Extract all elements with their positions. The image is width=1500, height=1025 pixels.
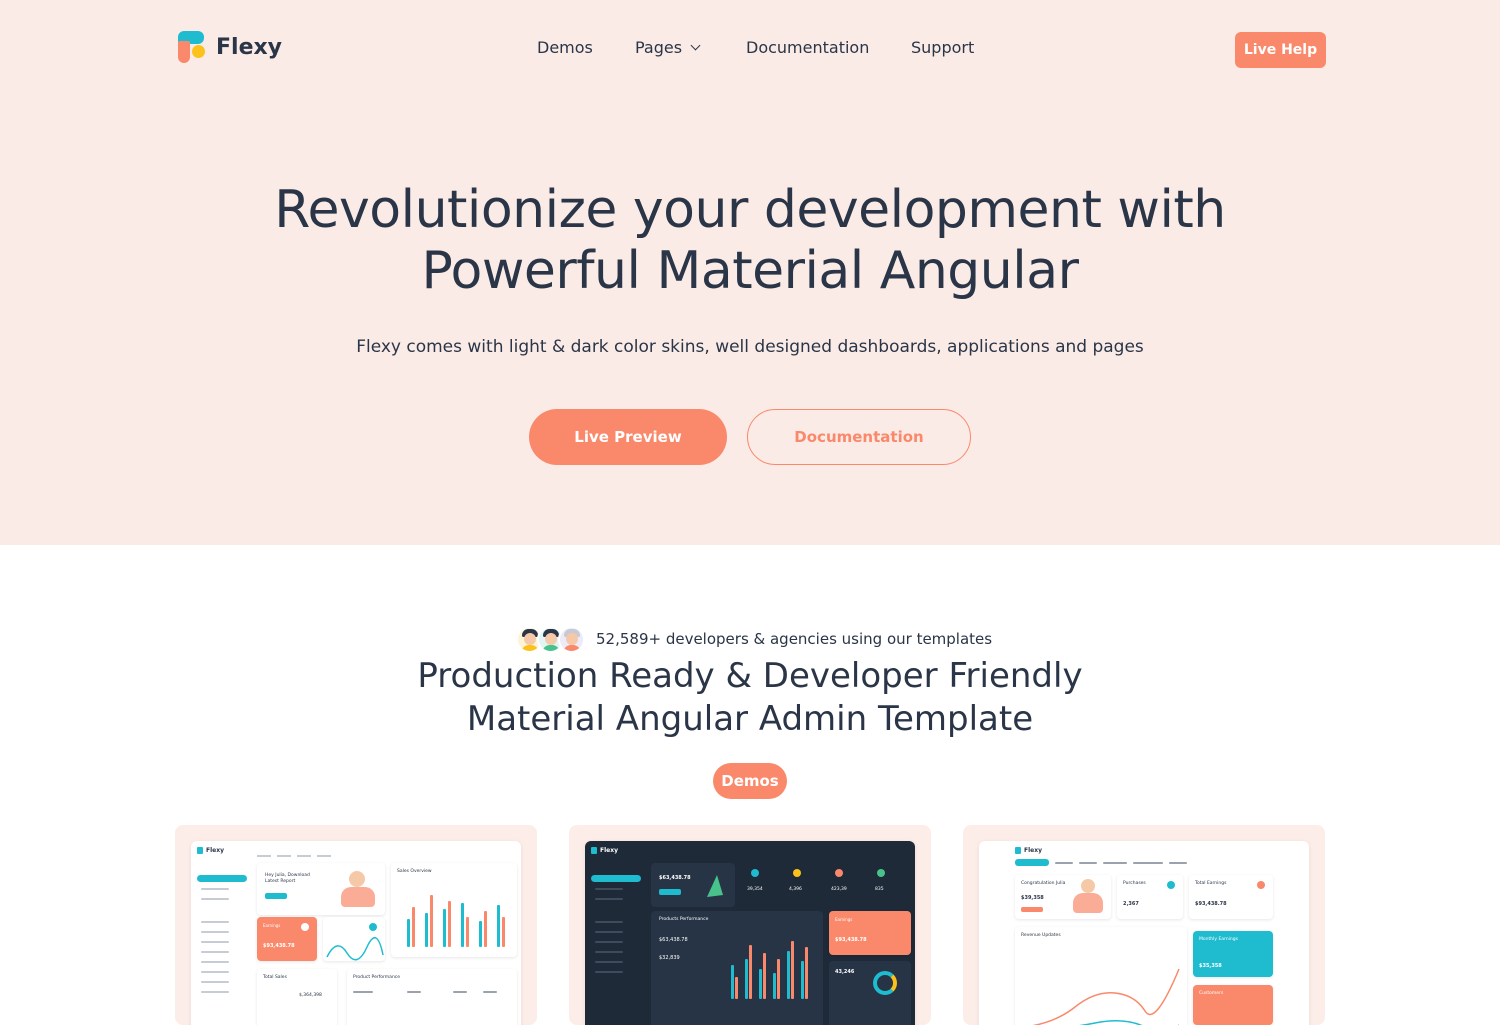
developer-count: 52,589+ developers & agencies using our … bbox=[596, 630, 993, 648]
sales-overview-tile: Sales Overview bbox=[391, 863, 517, 957]
congrats-tile: Congratulation Julia $39,358 bbox=[1015, 875, 1111, 919]
demo-card-light[interactable]: Flexy Hey Julia, Download Latest Report … bbox=[175, 825, 537, 1025]
hero-section: Flexy Demos Pages Documentation Support … bbox=[0, 0, 1500, 545]
chevron-down-icon bbox=[690, 40, 701, 51]
documentation-button[interactable]: Documentation bbox=[747, 409, 971, 465]
nav-demos-label: Demos bbox=[537, 38, 593, 57]
earnings-tile: Earnings $93,438.78 bbox=[257, 917, 317, 961]
nav-demos[interactable]: Demos bbox=[537, 38, 593, 57]
nav-documentation[interactable]: Documentation bbox=[746, 38, 869, 57]
product-performance-tile: Product Performance bbox=[347, 969, 517, 1025]
stats-row: 39,354 4,396 423,39 835 bbox=[741, 863, 911, 907]
hero-title-line1: Revolutionize your development with bbox=[274, 180, 1226, 240]
nav-support[interactable]: Support bbox=[911, 38, 974, 57]
live-help-button[interactable]: Live Help bbox=[1235, 32, 1326, 68]
mini-stat-tile bbox=[323, 917, 385, 961]
earnings-tile: Earnings $93,438.78 bbox=[829, 911, 911, 955]
demos-badge: Demos bbox=[713, 763, 787, 799]
nav-documentation-label: Documentation bbox=[746, 38, 870, 57]
developer-avatars bbox=[516, 626, 586, 654]
purchases-tile: Purchases 2,367 bbox=[1117, 875, 1183, 919]
hero-title-line2: Powerful Material Angular bbox=[421, 241, 1079, 301]
revenue-updates-tile: Revenue Updates bbox=[1015, 927, 1187, 1025]
customers-tile: Customers bbox=[1193, 985, 1273, 1025]
mini-logo: Flexy bbox=[197, 847, 224, 854]
nav-support-label: Support bbox=[911, 38, 975, 57]
demo-card-dark[interactable]: Flexy $63,438.78 39,354 4,396 423,39 835… bbox=[569, 825, 931, 1025]
section-title-line1: Production Ready & Developer Friendly bbox=[417, 656, 1083, 696]
products-performance-tile: Products Performance $63,438.78 $32,839 bbox=[651, 911, 823, 1025]
demo-card-horizontal[interactable]: Flexy Congratulation Julia $39,358 Purch… bbox=[963, 825, 1325, 1025]
total-earnings-tile: Total Earnings $93,438.78 bbox=[1189, 875, 1273, 919]
mini-sidebar bbox=[585, 863, 647, 1025]
hero-title: Revolutionize your development with Powe… bbox=[0, 180, 1500, 302]
section-title-line2: Material Angular Admin Template bbox=[466, 699, 1034, 739]
mini-logo: Flexy bbox=[1015, 847, 1042, 854]
nav-pages-label: Pages bbox=[635, 38, 683, 57]
live-preview-button[interactable]: Live Preview bbox=[529, 409, 727, 465]
total-tile: 43,246 bbox=[829, 961, 911, 1025]
demo-screenshot: Flexy Congratulation Julia $39,358 Purch… bbox=[979, 841, 1309, 1025]
total-sales-tile: Total Sales $,364,398 bbox=[257, 969, 337, 1025]
demo-screenshot: Flexy Hey Julia, Download Latest Report … bbox=[191, 841, 521, 1025]
mini-sidebar bbox=[191, 863, 253, 1025]
avatar bbox=[558, 626, 585, 653]
welcome-tile: $63,438.78 bbox=[651, 863, 735, 907]
hero-subtitle: Flexy comes with light & dark color skin… bbox=[356, 337, 1144, 357]
section-title: Production Ready & Developer Friendly Ma… bbox=[0, 655, 1500, 741]
welcome-tile: Hey Julia, Download Latest Report bbox=[257, 863, 385, 915]
mini-logo: Flexy bbox=[591, 847, 618, 854]
monthly-earnings-tile: Monthly Earnings $35,358 bbox=[1193, 931, 1273, 977]
nav-pages[interactable]: Pages bbox=[635, 38, 701, 57]
demo-screenshot: Flexy $63,438.78 39,354 4,396 423,39 835… bbox=[585, 841, 915, 1025]
